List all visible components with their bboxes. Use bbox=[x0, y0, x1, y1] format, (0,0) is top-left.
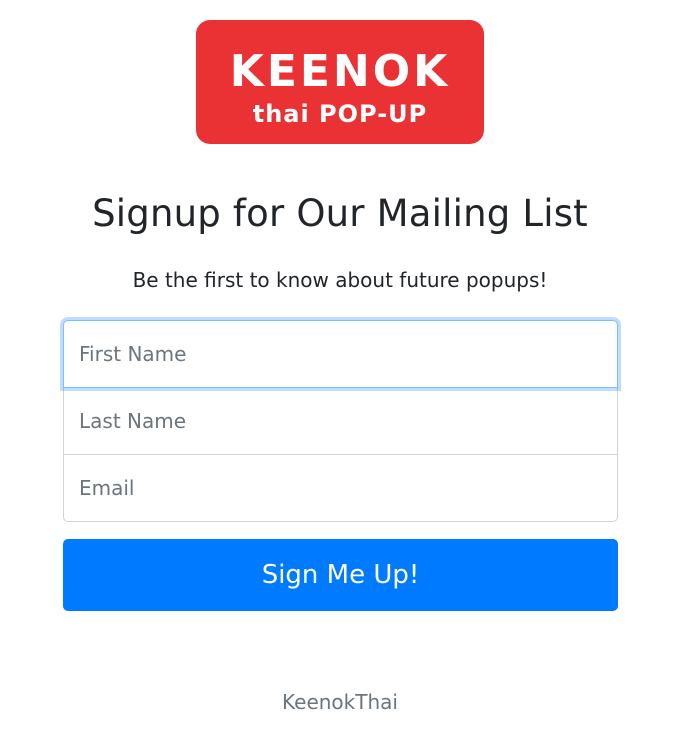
logo-tagline: thai POP-UP bbox=[253, 100, 428, 128]
email-input[interactable] bbox=[63, 454, 618, 522]
footer-brand: KeenokThai bbox=[282, 690, 398, 714]
keenok-logo: KEENOK thai POP-UP bbox=[196, 20, 484, 144]
sign-me-up-button[interactable]: Sign Me Up! bbox=[63, 539, 618, 611]
last-name-input[interactable] bbox=[63, 387, 618, 455]
page-title: Signup for Our Mailing List bbox=[92, 192, 588, 235]
page-subtitle: Be the first to know about future popups… bbox=[132, 268, 548, 292]
signup-form bbox=[63, 320, 618, 522]
first-name-input[interactable] bbox=[63, 320, 618, 388]
logo-wordmark: KEENOK bbox=[230, 46, 451, 97]
